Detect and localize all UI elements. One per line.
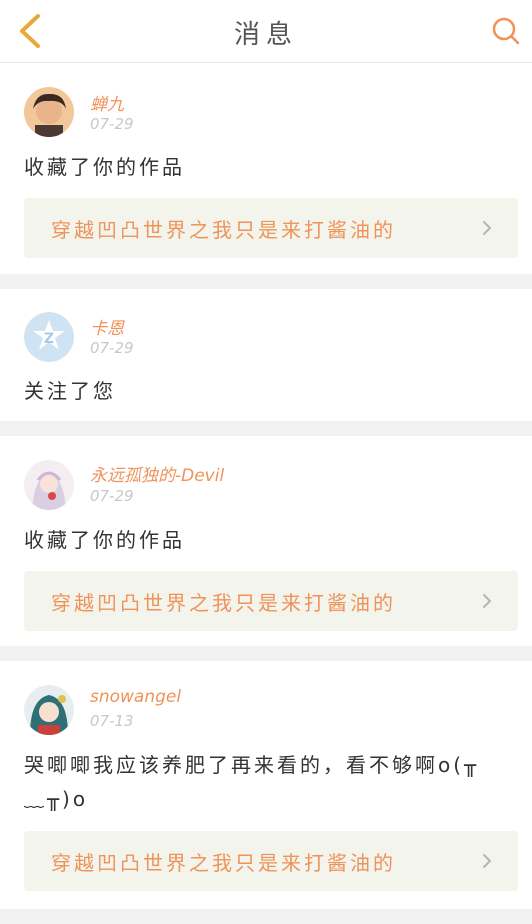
message-text: 收藏了你的作品	[24, 155, 185, 179]
message-card[interactable]: snowangel 07-13 哭唧唧我应该养肥了再来看的，看不够啊o(╥﹏╥)…	[0, 661, 532, 909]
message-date: 07-29	[90, 115, 134, 133]
svg-text:Z: Z	[44, 331, 54, 347]
page-title: 消息	[233, 20, 298, 50]
work-link[interactable]: 穿越凹凸世界之我只是来打酱油的	[24, 831, 518, 891]
work-link[interactable]: 穿越凹凸世界之我只是来打酱油的	[24, 571, 518, 631]
avatar[interactable]: Z	[24, 312, 74, 362]
work-title: 穿越凹凸世界之我只是来打酱油的	[51, 218, 396, 242]
chevron-right-icon	[483, 594, 491, 608]
top-bar: 消息	[0, 0, 532, 63]
message-card[interactable]: 永远孤独的-Devil 07-29 收藏了你的作品 穿越凹凸世界之我只是来打酱油…	[0, 436, 532, 646]
avatar[interactable]	[24, 460, 74, 510]
message-date: 07-29	[90, 487, 134, 505]
search-button[interactable]	[486, 11, 526, 51]
username[interactable]: snowangel	[90, 687, 181, 707]
message-card[interactable]: Z 卡恩 07-29 关注了您	[0, 289, 532, 421]
username[interactable]: 蝉九	[90, 90, 124, 115]
avatar[interactable]	[24, 87, 74, 137]
work-link[interactable]: 穿越凹凸世界之我只是来打酱油的	[24, 198, 518, 258]
username[interactable]: 永远孤独的-Devil	[90, 461, 224, 486]
work-title: 穿越凹凸世界之我只是来打酱油的	[51, 591, 396, 615]
work-title: 穿越凹凸世界之我只是来打酱油的	[51, 851, 396, 875]
avatar[interactable]	[24, 685, 74, 735]
message-text: 关注了您	[24, 379, 116, 403]
message-card[interactable]: 蝉九 07-29 收藏了你的作品 穿越凹凸世界之我只是来打酱油的	[0, 63, 532, 274]
search-icon	[492, 17, 520, 45]
chevron-right-icon	[483, 854, 491, 868]
username[interactable]: 卡恩	[90, 314, 124, 339]
message-date: 07-13	[90, 712, 134, 730]
message-date: 07-29	[90, 339, 134, 357]
message-text: 哭唧唧我应该养肥了再来看的，看不够啊o(╥﹏╥)o	[24, 753, 480, 811]
chevron-right-icon	[483, 221, 491, 235]
message-text: 收藏了你的作品	[24, 528, 185, 552]
